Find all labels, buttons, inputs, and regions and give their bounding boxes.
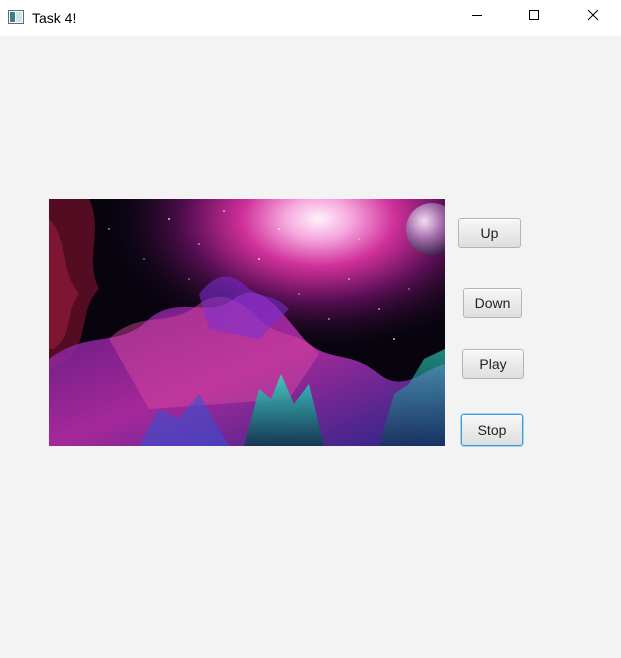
app-icon (8, 10, 24, 24)
play-button[interactable]: Play (462, 349, 524, 379)
maximize-button[interactable] (511, 0, 557, 34)
minimize-icon (471, 8, 483, 26)
close-icon (587, 8, 599, 26)
stop-button[interactable]: Stop (461, 414, 523, 446)
up-button[interactable]: Up (458, 218, 521, 248)
close-button[interactable] (570, 0, 616, 34)
media-view (49, 199, 445, 446)
down-button[interactable]: Down (463, 288, 522, 318)
space-nebula-image (49, 199, 445, 446)
app-window: Task 4! Up Down Play Stop (0, 0, 621, 658)
title-bar[interactable]: Task 4! (0, 0, 621, 36)
maximize-icon (528, 8, 540, 26)
minimize-button[interactable] (454, 0, 500, 34)
window-title: Task 4! (32, 10, 77, 26)
